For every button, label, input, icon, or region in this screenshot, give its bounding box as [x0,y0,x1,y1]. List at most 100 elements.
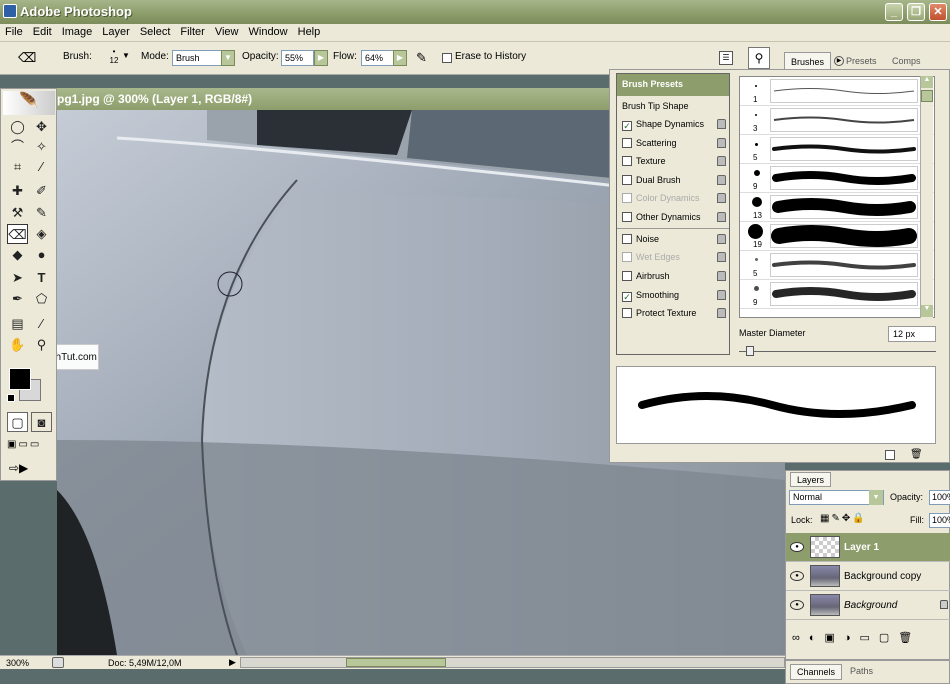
hand-tool-icon[interactable]: ✋ [7,335,28,355]
menu-edit[interactable]: Edit [28,24,57,40]
status-menu-icon[interactable] [52,657,64,668]
menu-window[interactable]: Window [244,24,293,40]
horizontal-scrollbar[interactable] [240,657,785,668]
lock-icon[interactable] [717,308,726,318]
paint-bucket-icon[interactable]: ◈ [31,224,52,244]
menu-filter[interactable]: Filter [175,24,209,40]
color-dynamics-checkbox[interactable] [622,193,632,203]
lock-icon[interactable] [717,138,726,148]
jump-to-imageready-icon[interactable]: ⇨▶ [9,461,49,477]
protect-texture-item[interactable]: Protect Texture [617,305,729,323]
erase-to-history-checkbox[interactable] [442,53,452,63]
brush-preset-row[interactable]: 13 [740,193,934,222]
tab-comps[interactable]: Comps [886,52,927,69]
notes-tool-icon[interactable]: ▤ [7,314,28,334]
magic-wand-icon[interactable]: ✧ [31,137,52,157]
new-brush-icon[interactable] [885,450,895,460]
fill-input[interactable]: 100% [929,513,950,528]
tab-presets[interactable]: Presets [840,52,883,69]
file-browser-icon[interactable]: ⚲ [748,47,770,69]
screen-mode-icons[interactable]: ▣▭▭ [7,439,51,455]
zoom-level[interactable]: 300% [6,658,29,668]
noise-item[interactable]: Noise [617,231,729,249]
master-diameter-slider-thumb[interactable] [746,346,754,356]
zoom-tool-icon[interactable]: ⚲ [31,335,52,355]
scattering-checkbox[interactable] [622,138,632,148]
lock-icon[interactable] [717,156,726,166]
layer-actions-icons[interactable]: ∞◐▣◑▭▢🗑 [792,631,950,649]
quick-mask-icon[interactable]: ◙ [31,412,52,432]
noise-checkbox[interactable] [622,234,632,244]
menu-help[interactable]: Help [293,24,326,40]
brush-tip-shape-item[interactable]: Brush Tip Shape [617,98,729,116]
path-selection-icon[interactable]: ➤ [7,268,28,288]
brush-tool-icon[interactable]: ✐ [31,181,52,201]
mode-select[interactable]: Brush [172,50,222,66]
master-diameter-slider[interactable] [739,351,936,352]
visibility-eye-icon[interactable]: ● [790,571,804,581]
tab-brushes[interactable]: Brushes [784,52,832,69]
restore-button[interactable]: ❐ [907,3,925,21]
other-dynamics-item[interactable]: Other Dynamics [617,209,729,227]
scroll-up-icon[interactable]: ▲ [921,76,933,88]
menu-view[interactable]: View [210,24,244,40]
master-diameter-input[interactable]: 12 px [888,326,936,342]
layer-row-background-copy[interactable]: ● Background copy [786,562,950,591]
brush-preset-row[interactable]: 3 [740,106,934,135]
close-button[interactable]: ✕ [929,3,947,21]
default-colors-icon[interactable] [7,394,15,402]
lock-icon[interactable] [717,234,726,244]
menu-select[interactable]: Select [135,24,176,40]
type-tool-icon[interactable]: T [31,268,52,288]
airbrush-icon[interactable]: ✎ [416,50,427,66]
eyedropper-icon[interactable]: ⁄ [31,314,52,334]
layer-name[interactable]: Layer 1 [844,542,879,553]
standard-mode-icon[interactable]: ▢ [7,412,28,432]
pen-tool-icon[interactable]: ✒ [7,289,28,309]
trash-icon[interactable]: 🗑 [910,449,923,460]
protect-texture-checkbox[interactable] [622,308,632,318]
dodge-tool-icon[interactable]: ● [31,245,52,265]
layer-opacity-input[interactable]: 100% [929,490,950,505]
airbrush-checkbox[interactable] [622,271,632,281]
status-arrow-icon[interactable]: ▶ [229,657,236,668]
scroll-thumb[interactable] [346,658,446,667]
healing-brush-icon[interactable]: ✚ [7,181,28,201]
lock-icon[interactable] [717,119,726,129]
lock-icon[interactable] [717,290,726,300]
brush-preset-row[interactable]: 9 [740,164,934,193]
brush-preset-row[interactable]: 9 [740,280,934,309]
brush-presets-scrollbar[interactable]: ▲ ▼ [920,76,933,318]
smoothing-checkbox[interactable]: ✓ [622,292,632,302]
palette-toggle-icon[interactable]: ☰ [719,51,733,65]
layer-name[interactable]: Background [844,600,897,611]
scroll-thumb[interactable] [921,90,933,102]
layer-name[interactable]: Background copy [844,571,921,582]
texture-item[interactable]: Texture [617,153,729,171]
lock-icon[interactable] [717,193,726,203]
lasso-tool-icon[interactable]: ⌒ [7,137,28,157]
feather-logo-icon[interactable]: 🪶 [3,91,55,115]
shape-dynamics-checkbox[interactable]: ✓ [622,121,632,131]
marquee-tool-icon[interactable]: ◯ [7,117,28,137]
lock-icon[interactable] [717,175,726,185]
smoothing-item[interactable]: ✓ Smoothing [617,287,729,305]
clone-stamp-icon[interactable]: ⚒ [7,203,28,223]
opacity-slider-button[interactable]: ▶ [314,50,328,66]
brush-preset-row[interactable]: 19 [740,222,934,251]
dual-brush-item[interactable]: Dual Brush [617,172,729,190]
mode-dropdown-icon[interactable]: ▼ [221,50,235,66]
chevron-down-icon[interactable]: ▼ [122,51,130,60]
lock-icon[interactable] [717,212,726,222]
tab-paths[interactable]: Paths [850,666,873,676]
lock-options-icons[interactable]: ▦✎✥🔒 [820,513,867,524]
tab-layers[interactable]: Layers [790,472,832,487]
dual-brush-checkbox[interactable] [622,175,632,185]
flow-slider-button[interactable]: ▶ [393,50,407,66]
menu-image[interactable]: Image [57,24,98,40]
tab-channels[interactable]: Channels [790,664,843,680]
scattering-item[interactable]: Scattering [617,135,729,153]
menu-layer[interactable]: Layer [97,24,135,40]
wet-edges-checkbox[interactable] [622,252,632,262]
foreground-color-swatch[interactable] [9,368,31,390]
